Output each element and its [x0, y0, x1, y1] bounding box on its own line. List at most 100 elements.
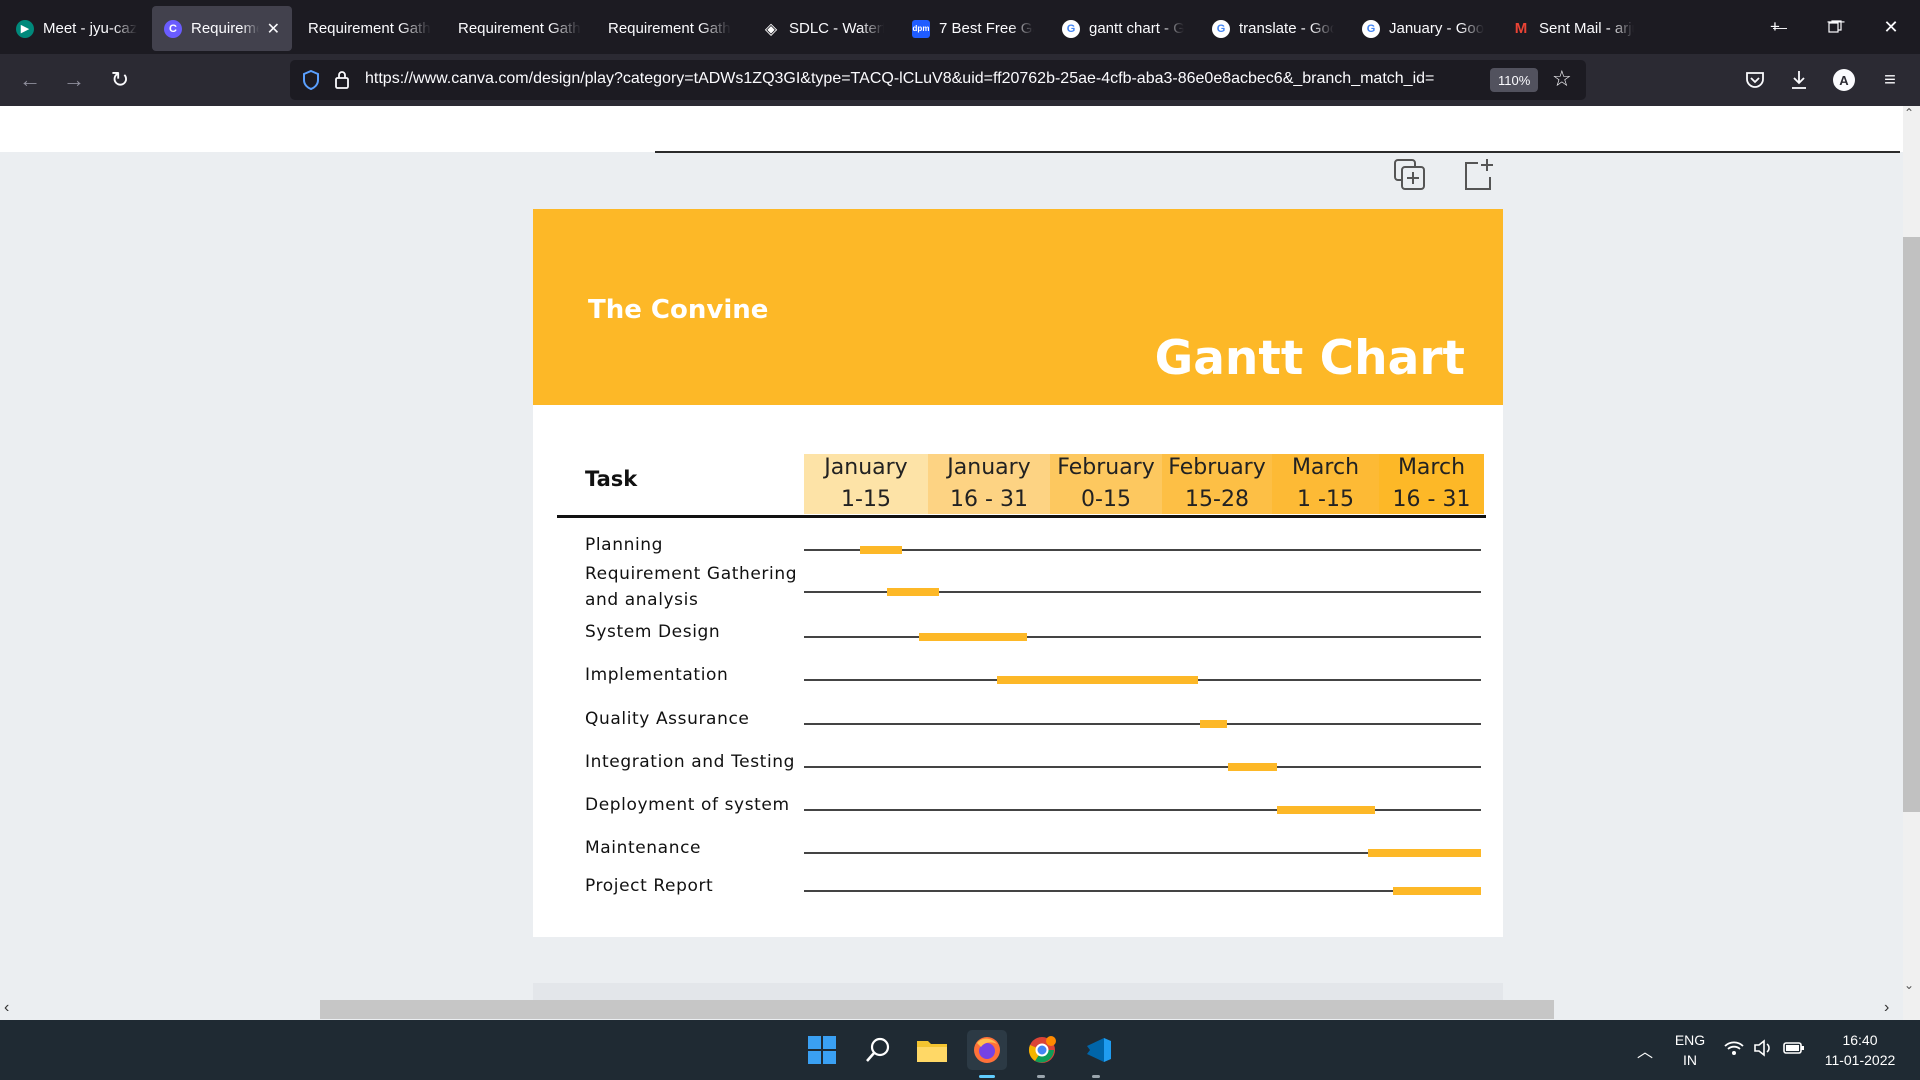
canva-top-bar	[0, 106, 1903, 152]
back-button[interactable]: ←	[12, 62, 48, 98]
add-page-icon	[1465, 159, 1493, 190]
forward-button[interactable]: →	[56, 62, 92, 98]
scroll-down-icon[interactable]: ⌄	[1904, 978, 1914, 992]
search-button[interactable]	[858, 1030, 898, 1070]
download-icon	[1792, 71, 1806, 89]
scroll-right-icon[interactable]: ›	[1884, 999, 1889, 1017]
volume-icon[interactable]	[1753, 1039, 1773, 1062]
app-menu-button[interactable]: ≡	[1872, 62, 1908, 98]
browser-tab[interactable]: Requirement Gath	[450, 6, 596, 51]
search-icon	[866, 1037, 890, 1062]
pocket-button[interactable]	[1737, 62, 1773, 98]
browser-tab[interactable]: Ggantt chart - Google	[1050, 6, 1196, 51]
browser-tab[interactable]: ◈ SDLC - Waterfall	[750, 6, 896, 51]
tab-label: Requirement Gath	[458, 20, 581, 37]
period-range: 16 - 31	[950, 487, 1028, 512]
browser-tab[interactable]: Requirement Gath	[600, 6, 746, 51]
close-window-button[interactable]: ✕	[1871, 10, 1911, 44]
task-bar[interactable]	[887, 588, 940, 596]
browser-tab[interactable]: C Requirement Gathering ✕	[152, 6, 292, 51]
task-bar[interactable]	[996, 676, 1198, 684]
vscode-taskbar-button[interactable]	[1078, 1030, 1118, 1070]
battery-icon[interactable]	[1783, 1040, 1805, 1061]
clock[interactable]: 16:40 11-01-2022	[1815, 1030, 1905, 1070]
canva-icon: C	[164, 19, 182, 38]
firefox-taskbar-button[interactable]	[967, 1030, 1007, 1070]
header-underline	[557, 515, 1486, 518]
company-name: The Convine	[588, 295, 769, 325]
task-bar[interactable]	[919, 633, 1028, 641]
reload-button[interactable]: ↻	[102, 62, 138, 98]
task-bar[interactable]	[1200, 720, 1228, 728]
open-app-indicator-2	[1092, 1075, 1100, 1078]
tab-label: Requirement Gathering	[191, 20, 259, 37]
task-bar[interactable]	[1276, 806, 1375, 814]
wifi-glyph	[1724, 1041, 1744, 1055]
input-language[interactable]: ENG IN	[1665, 1030, 1715, 1070]
period-month: January	[947, 455, 1031, 480]
close-tab-icon[interactable]: ✕	[267, 19, 280, 39]
minimize-button-2[interactable]: —	[1760, 10, 1800, 44]
period-month: March	[1397, 455, 1466, 480]
restore-icon	[1828, 20, 1842, 33]
language-label: ENG	[1674, 1032, 1706, 1048]
vertical-scroll-thumb[interactable]	[1903, 237, 1920, 812]
gantt-design-card[interactable]: The Convine Gantt Chart Task January 1-15…	[533, 209, 1503, 937]
show-hidden-icons-chevron-icon[interactable]: ︿	[1637, 1038, 1653, 1062]
downloads-button[interactable]	[1781, 62, 1817, 98]
browser-tab[interactable]: ▶ Meet - jyu-caz	[4, 6, 150, 51]
tab-label: translate - Google	[1239, 20, 1334, 37]
start-button[interactable]	[802, 1030, 842, 1070]
task-label: Requirement Gathering and analysis	[585, 561, 797, 613]
clock-date: 11-01-2022	[1824, 1052, 1896, 1068]
task-timeline	[804, 766, 1481, 768]
divider-line	[655, 151, 1900, 153]
task-label: Quality Assurance	[585, 709, 750, 729]
minimize-icon: —	[1773, 19, 1787, 35]
lock-icon	[335, 71, 349, 89]
task-bar[interactable]	[1368, 849, 1481, 857]
hamburger-menu-icon: ≡	[1884, 68, 1896, 91]
account-button[interactable]: A	[1826, 62, 1862, 98]
zoom-level-badge[interactable]: 110%	[1490, 68, 1539, 92]
google-meet-icon: ▶	[16, 19, 34, 38]
dpm-icon: dpm	[912, 19, 930, 38]
horizontal-scroll-thumb[interactable]	[320, 1000, 1554, 1019]
reload-icon: ↻	[110, 67, 130, 92]
task-label: Planning	[585, 535, 664, 555]
back-arrow-icon: ←	[19, 67, 41, 92]
period-range: 15-28	[1185, 487, 1249, 512]
period-header: March 1 -15	[1272, 454, 1379, 514]
navigation-bar: ← → ↻ https://www.canva.com/design/play?…	[0, 54, 1920, 106]
task-timeline	[804, 809, 1481, 811]
task-bar[interactable]	[860, 546, 903, 554]
google-icon: G	[1062, 19, 1080, 38]
tab-label: Requirement Gath	[308, 20, 431, 37]
restore-button[interactable]	[1815, 10, 1855, 44]
task-bar[interactable]	[1228, 763, 1277, 771]
tab-label: Meet - jyu-caz	[43, 20, 138, 37]
bookmark-star-icon[interactable]: ☆	[1552, 66, 1572, 92]
chrome-taskbar-button[interactable]	[1022, 1030, 1062, 1070]
browser-tab[interactable]: M Sent Mail - arjun	[1500, 6, 1646, 51]
forward-arrow-icon: →	[63, 67, 85, 92]
task-label: Integration and Testing	[585, 752, 796, 772]
next-page-preview[interactable]	[533, 983, 1503, 1000]
wifi-icon[interactable]	[1724, 1040, 1744, 1061]
url-bar[interactable]: https://www.canva.com/design/play?catego…	[290, 60, 1586, 100]
browser-tab[interactable]: Requirement Gath	[300, 6, 446, 51]
browser-tab[interactable]: Gtranslate - Google	[1200, 6, 1346, 51]
browser-tab[interactable]: G January - Google	[1350, 6, 1496, 51]
add-page-button[interactable]	[1460, 157, 1496, 193]
browser-tab[interactable]: dpm 7 Best Free Gantt	[900, 6, 1046, 51]
scroll-up-icon[interactable]: ⌃	[1904, 106, 1914, 120]
card-header: The Convine Gantt Chart	[533, 209, 1503, 405]
browser-tab-strip: ▶ Meet - jyu-caz C Requirement Gathering ✕ Re…	[0, 0, 1920, 54]
scroll-left-icon[interactable]: ‹	[4, 999, 9, 1017]
duplicate-page-button[interactable]	[1392, 157, 1428, 193]
task-bar[interactable]	[1392, 887, 1481, 895]
file-explorer-button[interactable]	[912, 1030, 952, 1070]
task-timeline	[804, 890, 1481, 892]
duplicate-icon	[1394, 159, 1425, 190]
tab-label: SDLC - Waterfall	[789, 20, 884, 37]
